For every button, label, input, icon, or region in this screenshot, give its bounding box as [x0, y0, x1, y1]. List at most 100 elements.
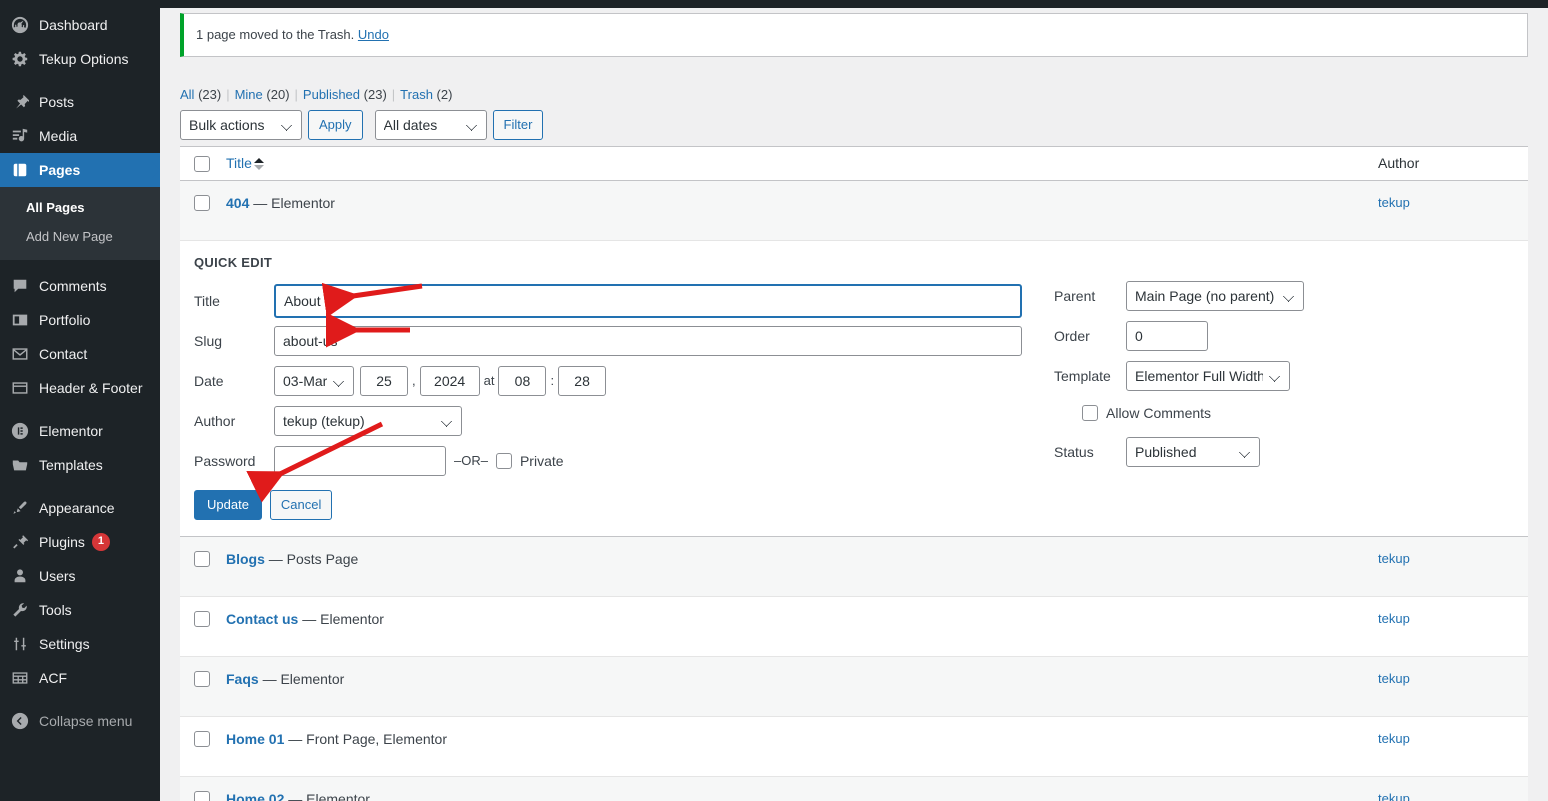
- date-colon-separator: :: [550, 373, 555, 389]
- sidebar-item-pages[interactable]: Pages: [0, 153, 160, 187]
- update-button[interactable]: Update: [194, 489, 262, 520]
- sort-title-link[interactable]: Title: [226, 155, 252, 171]
- undo-link[interactable]: Undo: [358, 27, 389, 42]
- table-row: 404 — Elementor tekup: [180, 180, 1528, 241]
- title-label: Title: [194, 292, 220, 309]
- private-checkbox[interactable]: [495, 452, 512, 469]
- sidebar-item-acf[interactable]: ACF: [0, 661, 160, 695]
- date-minute-input[interactable]: [558, 365, 607, 396]
- view-mine-link[interactable]: Mine: [235, 87, 263, 102]
- page-title-link[interactable]: Faqs: [226, 671, 259, 687]
- author-link[interactable]: tekup: [1378, 671, 1410, 686]
- author-link[interactable]: tekup: [1378, 551, 1410, 566]
- page-title-link[interactable]: Contact us: [226, 611, 298, 627]
- view-all-link[interactable]: All: [180, 87, 194, 102]
- author-link[interactable]: tekup: [1378, 731, 1410, 746]
- row-checkbox[interactable]: [194, 551, 210, 568]
- user-icon: [10, 566, 30, 586]
- row-author-cell: tekup: [1368, 536, 1528, 597]
- quick-edit-right-column: Parent Main Page (no parent) Order 0 Tem…: [1034, 255, 1304, 520]
- row-checkbox[interactable]: [194, 611, 210, 628]
- template-select[interactable]: Elementor Full Width: [1126, 360, 1290, 391]
- sidebar-item-label: Users: [39, 567, 76, 584]
- view-mine[interactable]: Mine (20) |: [235, 87, 303, 102]
- slug-input[interactable]: [274, 325, 1022, 356]
- main-content: 1 page moved to the Trash. Undo All (23)…: [160, 0, 1548, 801]
- status-select[interactable]: Published: [1126, 436, 1260, 467]
- order-input[interactable]: [1126, 320, 1208, 351]
- submenu-item-add-new-page[interactable]: Add New Page: [0, 223, 160, 252]
- sidebar-item-templates[interactable]: Templates: [0, 448, 160, 482]
- view-trash-link[interactable]: Trash: [400, 87, 433, 102]
- page-state-label: — Front Page, Elementor: [288, 730, 447, 747]
- author-link[interactable]: tekup: [1378, 611, 1410, 626]
- submenu-item-all-pages[interactable]: All Pages: [0, 194, 160, 223]
- sidebar-item-label: Comments: [39, 277, 107, 294]
- view-all[interactable]: All (23) |: [180, 87, 235, 102]
- page-title-link[interactable]: Home 02: [226, 791, 284, 801]
- author-link[interactable]: tekup: [1378, 791, 1410, 801]
- column-header-title[interactable]: Title: [216, 146, 1368, 181]
- apply-button[interactable]: Apply: [308, 109, 363, 140]
- title-input[interactable]: [274, 283, 1022, 318]
- sidebar-item-plugins[interactable]: Plugins 1: [0, 525, 160, 559]
- row-checkbox[interactable]: [194, 791, 210, 801]
- date-filter-select[interactable]: All dates: [374, 109, 487, 140]
- row-checkbox[interactable]: [194, 671, 210, 688]
- author-label: Author: [194, 412, 236, 429]
- sidebar-item-contact[interactable]: Contact: [0, 337, 160, 371]
- filter-button[interactable]: Filter: [492, 109, 544, 140]
- portfolio-icon: [10, 310, 30, 330]
- date-month-select[interactable]: 03-Mar: [274, 365, 354, 396]
- sidebar-item-comments[interactable]: Comments: [0, 269, 160, 303]
- sidebar-divider: [0, 260, 160, 269]
- sidebar-item-appearance[interactable]: Appearance: [0, 491, 160, 525]
- row-title-cell: Home 02 — Elementor: [216, 776, 1368, 801]
- page-title-link[interactable]: Home 01: [226, 731, 284, 747]
- author-link[interactable]: tekup: [1378, 195, 1410, 210]
- select-all-checkbox[interactable]: [194, 155, 210, 172]
- bulk-actions-select[interactable]: Bulk actions: [180, 109, 302, 140]
- view-published[interactable]: Published (23) |: [303, 87, 400, 102]
- date-at-separator: at: [483, 373, 495, 389]
- sidebar-item-settings[interactable]: Settings: [0, 627, 160, 661]
- quick-edit-submit-row: Update Cancel: [194, 489, 1034, 520]
- sidebar-item-media[interactable]: Media: [0, 119, 160, 153]
- sidebar-item-portfolio[interactable]: Portfolio: [0, 303, 160, 337]
- parent-select[interactable]: Main Page (no parent): [1126, 280, 1304, 311]
- sidebar-item-dashboard[interactable]: Dashboard: [0, 8, 160, 42]
- date-year-input[interactable]: [419, 365, 480, 396]
- sidebar-item-tools[interactable]: Tools: [0, 593, 160, 627]
- row-checkbox[interactable]: [194, 731, 210, 748]
- page-title-link[interactable]: Blogs: [226, 551, 265, 567]
- sidebar-item-users[interactable]: Users: [0, 559, 160, 593]
- sidebar-item-elementor[interactable]: Elementor: [0, 414, 160, 448]
- parent-label: Parent: [1054, 287, 1096, 304]
- row-checkbox-cell: [180, 180, 216, 241]
- table-row: Contact us — Elementor tekup: [180, 596, 1528, 657]
- trash-notice: 1 page moved to the Trash. Undo: [180, 13, 1528, 57]
- sidebar-item-collapse-menu[interactable]: Collapse menu: [0, 704, 160, 738]
- quick-edit-title-row: Title: [194, 283, 1034, 318]
- page-title-link[interactable]: 404: [226, 195, 249, 211]
- cancel-button[interactable]: Cancel: [269, 489, 333, 520]
- row-checkbox[interactable]: [194, 195, 210, 212]
- table-header-row: Title Author: [180, 146, 1528, 181]
- quick-edit-status-row: Status Published: [1054, 436, 1304, 467]
- page-state-label: — Elementor: [253, 194, 335, 211]
- date-hour-input[interactable]: [498, 365, 547, 396]
- password-input[interactable]: [274, 445, 446, 476]
- sidebar-item-posts[interactable]: Posts: [0, 85, 160, 119]
- sidebar-item-label: Contact: [39, 345, 88, 362]
- quick-edit-cell: QUICK EDIT Title Slug: [180, 240, 1528, 537]
- grid-icon: [10, 668, 30, 688]
- sidebar-item-tekup-options[interactable]: Tekup Options: [0, 42, 160, 76]
- view-trash[interactable]: Trash (2): [400, 87, 452, 102]
- author-select[interactable]: tekup (tekup): [274, 405, 462, 436]
- table-nav-top: Bulk actions Apply All dates Filter: [180, 109, 1528, 140]
- row-title-cell: Home 01 — Front Page, Elementor: [216, 716, 1368, 777]
- sidebar-item-header-footer[interactable]: Header & Footer: [0, 371, 160, 405]
- allow-comments-checkbox[interactable]: [1082, 404, 1098, 421]
- view-published-link[interactable]: Published: [303, 87, 360, 102]
- date-day-input[interactable]: [360, 365, 408, 396]
